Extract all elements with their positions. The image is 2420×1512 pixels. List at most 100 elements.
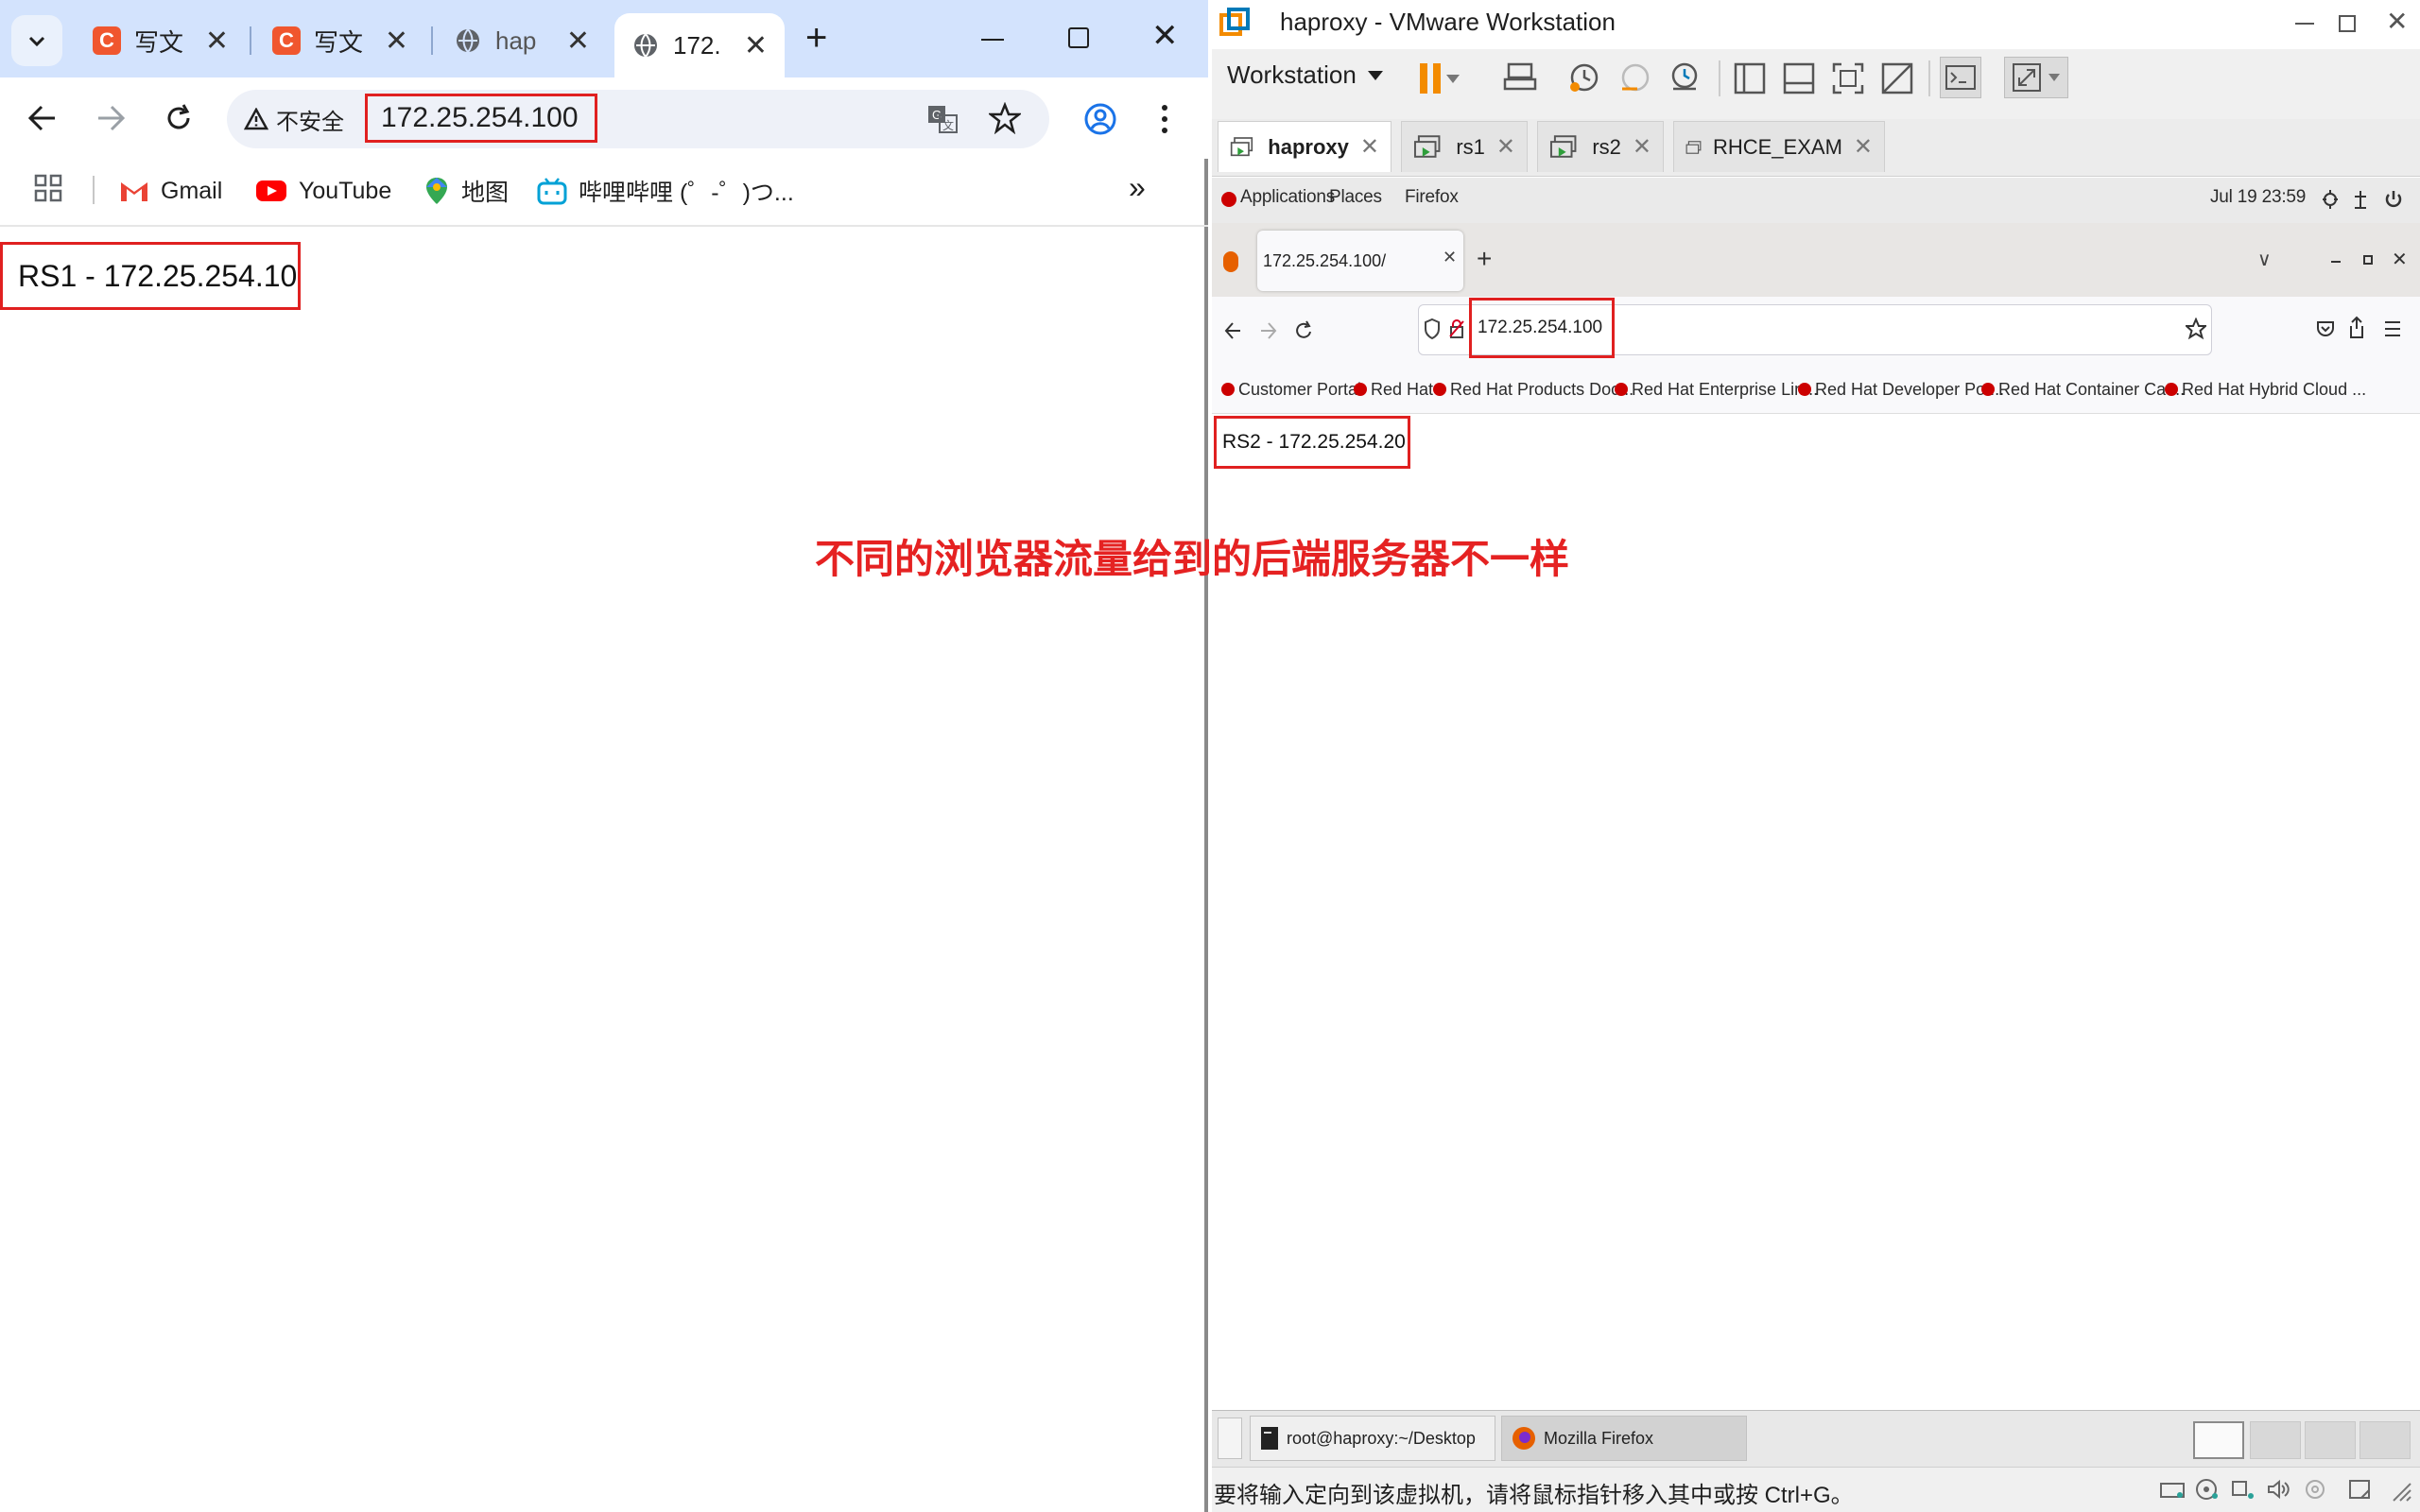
power-icon[interactable] xyxy=(2384,189,2403,210)
security-indicator[interactable]: 不安全 xyxy=(244,102,344,136)
vm-restore-button[interactable] xyxy=(2339,15,2356,32)
firefox-url-text-highlighted[interactable]: 172.25.254.100 xyxy=(1469,298,1615,358)
share-icon[interactable] xyxy=(2348,316,2365,340)
pause-button[interactable] xyxy=(1420,60,1477,96)
close-icon[interactable]: ✕ xyxy=(1496,133,1515,161)
redhat-icon xyxy=(1798,383,1811,396)
vm-tab-haproxy[interactable]: haproxy ✕ xyxy=(1218,121,1392,172)
back-arrow-icon[interactable] xyxy=(1223,319,1242,342)
profile-avatar-icon[interactable] xyxy=(1083,102,1117,136)
accessibility-icon[interactable] xyxy=(2322,189,2339,210)
close-icon[interactable]: ✕ xyxy=(1360,133,1379,161)
firefox-maximize-button[interactable] xyxy=(2363,255,2373,265)
usb-icon[interactable] xyxy=(2303,1478,2327,1501)
places-menu[interactable]: Places xyxy=(1329,187,1382,208)
bookmark-red-hat[interactable]: Red Hat xyxy=(1354,376,1433,403)
close-icon[interactable]: ✕ xyxy=(744,29,768,62)
unity-mode-icon[interactable] xyxy=(1881,62,1913,94)
tracking-shield-icon[interactable] xyxy=(1424,318,1441,340)
bookmark-label: Red Hat Enterprise Lin... xyxy=(1632,379,1819,399)
revert-snapshot-icon[interactable] xyxy=(1618,60,1652,94)
bookmark-maps[interactable]: 地图 xyxy=(424,172,509,210)
chrome-tab-1[interactable]: C 写文 ✕ xyxy=(76,11,246,70)
message-log-icon[interactable] xyxy=(2348,1478,2373,1501)
network-icon[interactable] xyxy=(2352,189,2369,210)
clock[interactable]: Jul 19 23:59 xyxy=(2210,187,2306,208)
bookmark-youtube[interactable]: YouTube xyxy=(255,172,391,210)
bookmark-developer-portal[interactable]: Red Hat Developer Por... xyxy=(1798,376,2004,403)
close-icon[interactable]: ✕ xyxy=(566,25,590,58)
reload-icon[interactable] xyxy=(163,102,195,134)
library-view-icon[interactable] xyxy=(1734,62,1766,94)
bookmark-enterprise-linux[interactable]: Red Hat Enterprise Lin... xyxy=(1615,376,1818,403)
more-menu-icon[interactable] xyxy=(1159,104,1170,134)
pocket-icon[interactable] xyxy=(2316,318,2335,340)
close-icon[interactable]: ✕ xyxy=(205,25,229,58)
cd-dvd-icon[interactable] xyxy=(2195,1478,2220,1501)
bookmark-container-catalog[interactable]: Red Hat Container Cat... xyxy=(1981,376,2185,403)
vm-close-button[interactable]: ✕ xyxy=(2386,6,2408,37)
task-terminal[interactable]: root@haproxy:~/Desktop xyxy=(1250,1416,1495,1461)
chrome-tab-4-active[interactable]: 172. ✕ xyxy=(614,13,785,77)
back-arrow-icon[interactable] xyxy=(26,104,59,132)
url-text-highlighted[interactable]: 172.25.254.100 xyxy=(365,94,597,143)
vm-tab-rs2[interactable]: rs2 ✕ xyxy=(1537,121,1664,172)
chrome-tab-2[interactable]: C 写文 ✕ xyxy=(255,11,425,70)
active-app-name[interactable]: Firefox xyxy=(1405,187,1459,208)
close-icon[interactable]: ✕ xyxy=(1854,133,1873,161)
chrome-tab-3[interactable]: hap ✕ xyxy=(437,11,607,70)
thumbnail-bar-icon[interactable] xyxy=(1783,62,1815,94)
vm-tab-rs1[interactable]: rs1 ✕ xyxy=(1401,121,1528,172)
close-icon[interactable]: ✕ xyxy=(1443,248,1457,267)
bookmark-label: Red Hat Products Doc... xyxy=(1450,379,1634,399)
bookmark-hybrid-cloud[interactable]: Red Hat Hybrid Cloud ... xyxy=(2165,376,2366,403)
bookmark-bilibili[interactable]: 哔哩哔哩 (゜-゜)つ... xyxy=(537,172,794,210)
bookmark-star-icon[interactable] xyxy=(2186,318,2206,340)
sound-icon[interactable] xyxy=(2267,1478,2291,1501)
minimize-button[interactable] xyxy=(981,21,1008,59)
tab-search-button[interactable] xyxy=(11,15,62,66)
bookmark-gmail[interactable]: Gmail xyxy=(119,172,222,210)
bookmarks-overflow-icon[interactable]: » xyxy=(1129,170,1146,205)
workspace-2[interactable] xyxy=(2250,1421,2301,1459)
snapshot-icon[interactable] xyxy=(1567,60,1601,94)
close-window-button[interactable]: ✕ xyxy=(1151,17,1179,55)
firefox-view-icon[interactable] xyxy=(1223,251,1238,272)
insecure-lock-icon[interactable] xyxy=(1448,318,1465,340)
vm-tab-rhce-exam[interactable]: RHCE_EXAM ✕ xyxy=(1673,121,1885,172)
console-view-button[interactable] xyxy=(1940,57,1981,98)
tab-list-chevron-icon[interactable]: ∨ xyxy=(2257,248,2272,271)
workspace-4[interactable] xyxy=(2360,1421,2411,1459)
show-desktop-button[interactable] xyxy=(1218,1418,1242,1459)
workspace-1[interactable] xyxy=(2193,1421,2244,1459)
close-icon[interactable]: ✕ xyxy=(385,25,408,58)
forward-arrow-icon[interactable] xyxy=(1259,319,1278,342)
translate-icon[interactable]: G文 xyxy=(926,104,959,134)
firefox-minimize-button[interactable] xyxy=(2331,261,2341,263)
task-firefox[interactable]: Mozilla Firefox xyxy=(1501,1416,1747,1461)
workstation-menu[interactable]: Workstation xyxy=(1227,60,1383,90)
send-ctrl-alt-del-icon[interactable] xyxy=(1503,60,1537,94)
bookmark-star-icon[interactable] xyxy=(989,102,1021,134)
workspace-3[interactable] xyxy=(2305,1421,2356,1459)
close-icon[interactable]: ✕ xyxy=(1633,133,1651,161)
applications-menu[interactable]: Applications xyxy=(1240,187,1335,208)
forward-arrow-icon[interactable] xyxy=(95,104,127,132)
new-tab-button[interactable]: + xyxy=(805,19,827,57)
firefox-new-tab-button[interactable]: + xyxy=(1477,244,1492,274)
snapshot-manager-icon[interactable] xyxy=(1668,60,1702,94)
vm-tab-label: haproxy xyxy=(1268,134,1349,159)
apps-grid-icon[interactable] xyxy=(34,174,62,202)
bookmark-products-doc[interactable]: Red Hat Products Doc... xyxy=(1433,376,1634,403)
full-screen-icon[interactable] xyxy=(1832,62,1864,94)
resize-grip-icon[interactable] xyxy=(2392,1482,2412,1503)
hamburger-menu-icon[interactable] xyxy=(2384,319,2401,338)
stretch-guest-button[interactable] xyxy=(2004,57,2068,98)
bookmark-customer-portal[interactable]: Customer Portal xyxy=(1221,376,1361,403)
hard-disk-icon[interactable] xyxy=(2159,1478,2186,1501)
vm-minimize-button[interactable] xyxy=(2295,23,2314,25)
firefox-close-button[interactable]: ✕ xyxy=(2392,248,2408,271)
reload-icon[interactable] xyxy=(1293,319,1314,342)
network-adapter-icon[interactable] xyxy=(2231,1478,2256,1501)
maximize-button[interactable] xyxy=(1068,27,1089,48)
